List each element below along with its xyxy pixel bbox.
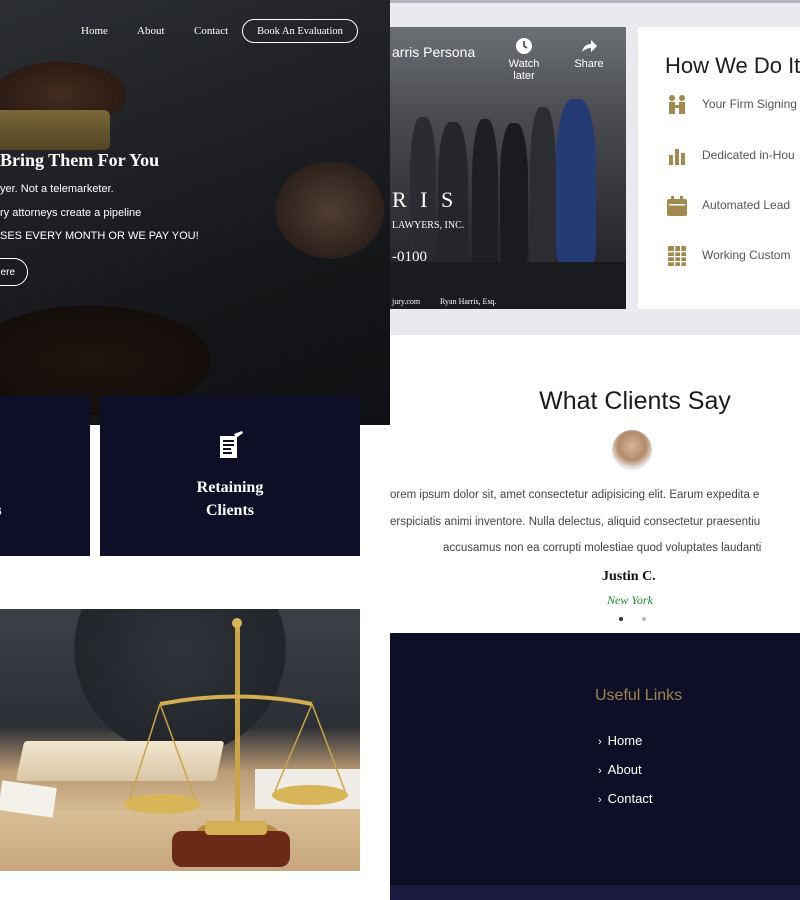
how-item-text: Automated Lead — [702, 198, 791, 212]
chevron-right-icon: › — [598, 765, 602, 777]
clock-icon — [516, 38, 532, 54]
how-item-text: Your Firm Signing — [702, 97, 797, 111]
book-evaluation-button[interactable]: Book An Evaluation — [242, 19, 358, 43]
watch-later-label: Watch later — [508, 58, 540, 82]
testimonial-section: What Clients Say orem ipsum dolor sit, a… — [390, 335, 800, 633]
video-site: jury.com — [392, 297, 421, 306]
footer-link-label: About — [607, 762, 642, 777]
footer-link-label: Contact — [607, 791, 653, 806]
hero-button[interactable]: ere — [0, 258, 28, 286]
share-label: Share — [574, 58, 604, 70]
video-brand-name: R I S — [392, 187, 458, 212]
carousel-dot-active[interactable] — [619, 617, 623, 621]
hero-title: Bring Them For You — [0, 150, 160, 170]
testimonial-line-2: erspiciatis animi inventore. Nulla delec… — [390, 516, 761, 528]
document-edit-icon — [220, 431, 243, 458]
how-item: Dedicated in-Hou — [666, 145, 800, 169]
carousel-dot[interactable] — [642, 617, 646, 621]
person-figure — [472, 119, 498, 269]
page-bottom-strip — [0, 872, 390, 900]
footer-bottom-bar — [390, 885, 800, 900]
how-item-text: Dedicated in-Hou — [702, 148, 795, 162]
testimonial-location: New York — [607, 593, 653, 607]
video-player[interactable]: arris Persona Watch later Share R I S LA… — [390, 27, 626, 309]
video-signer: Ryan Harris, Esq. — [440, 297, 497, 306]
footer-link-label: Home — [607, 733, 643, 748]
how-item-text: Working Custom — [702, 248, 791, 262]
chevron-right-icon: › — [598, 794, 602, 806]
video-phone: -0100 — [392, 249, 427, 265]
calendar-icon — [667, 196, 687, 216]
how-we-do-it-panel: How We Do It Your Firm Signing Dedicated… — [638, 27, 800, 309]
video-title: arris Persona — [392, 44, 476, 60]
hero-section: Home About Contact Book An Evaluation Br… — [0, 0, 390, 425]
chevron-right-icon: › — [598, 736, 602, 748]
service-card-left-line-2: ts — [0, 499, 2, 522]
video-floor — [390, 262, 626, 309]
avatar — [612, 430, 652, 470]
how-title: How We Do It — [665, 53, 800, 78]
testimonial-line-1: orem ipsum dolor sit, amet consectetur a… — [390, 489, 760, 501]
person-figure — [500, 123, 528, 263]
testimonial-line-3: accusamus non ea corrupti molestiae quod… — [443, 542, 762, 554]
scales-of-justice-image — [0, 609, 360, 871]
person-figure — [530, 107, 556, 267]
testimonial-author: Justin C. — [602, 569, 656, 584]
nav-home-link[interactable]: Home — [81, 25, 108, 37]
share-icon — [582, 40, 597, 52]
hero-line-3: SES EVERY MONTH OR WE PAY YOU! — [0, 230, 199, 242]
service-card-right-line-2: Clients — [206, 502, 254, 519]
how-item: Working Custom — [666, 245, 800, 269]
hero-line-1: yer. Not a telemarketer. — [0, 183, 114, 195]
people-icon — [669, 95, 685, 114]
service-card-left: l ts — [0, 396, 90, 556]
service-card-retaining-clients: Retaining Clients — [100, 396, 360, 556]
service-card-left-line-1: l — [0, 476, 2, 499]
watch-later-control[interactable]: Watch later — [498, 37, 550, 82]
service-card-right-line-1: Retaining — [196, 479, 264, 496]
divider — [390, 0, 800, 3]
service-card-right-label: Retaining Clients — [100, 476, 360, 522]
nav-about-link[interactable]: About — [137, 25, 165, 37]
bar-chart-icon — [669, 149, 685, 165]
footer-link-contact[interactable]: › Contact — [598, 791, 652, 806]
top-nav: Home About Contact Book An Evaluation — [0, 19, 390, 45]
person-figure — [556, 99, 596, 264]
hero-line-2: ry attorneys create a pipeline — [0, 207, 142, 219]
table-icon — [668, 246, 686, 266]
footer-link-home[interactable]: › Home — [598, 733, 642, 748]
scales-icon — [124, 618, 348, 867]
footer-link-about[interactable]: › About — [598, 762, 642, 777]
video-brand-sub: LAWYERS, INC. — [392, 220, 465, 231]
footer: Useful Links › Home › About › Contact — [390, 633, 800, 900]
useful-links-title: Useful Links — [595, 687, 683, 704]
share-control[interactable]: Share — [563, 37, 615, 70]
how-item: Automated Lead — [666, 195, 800, 219]
testimonial-title: What Clients Say — [539, 387, 731, 415]
how-item: Your Firm Signing — [666, 94, 800, 118]
service-card-left-label: l ts — [0, 476, 2, 522]
nav-contact-link[interactable]: Contact — [194, 25, 228, 37]
